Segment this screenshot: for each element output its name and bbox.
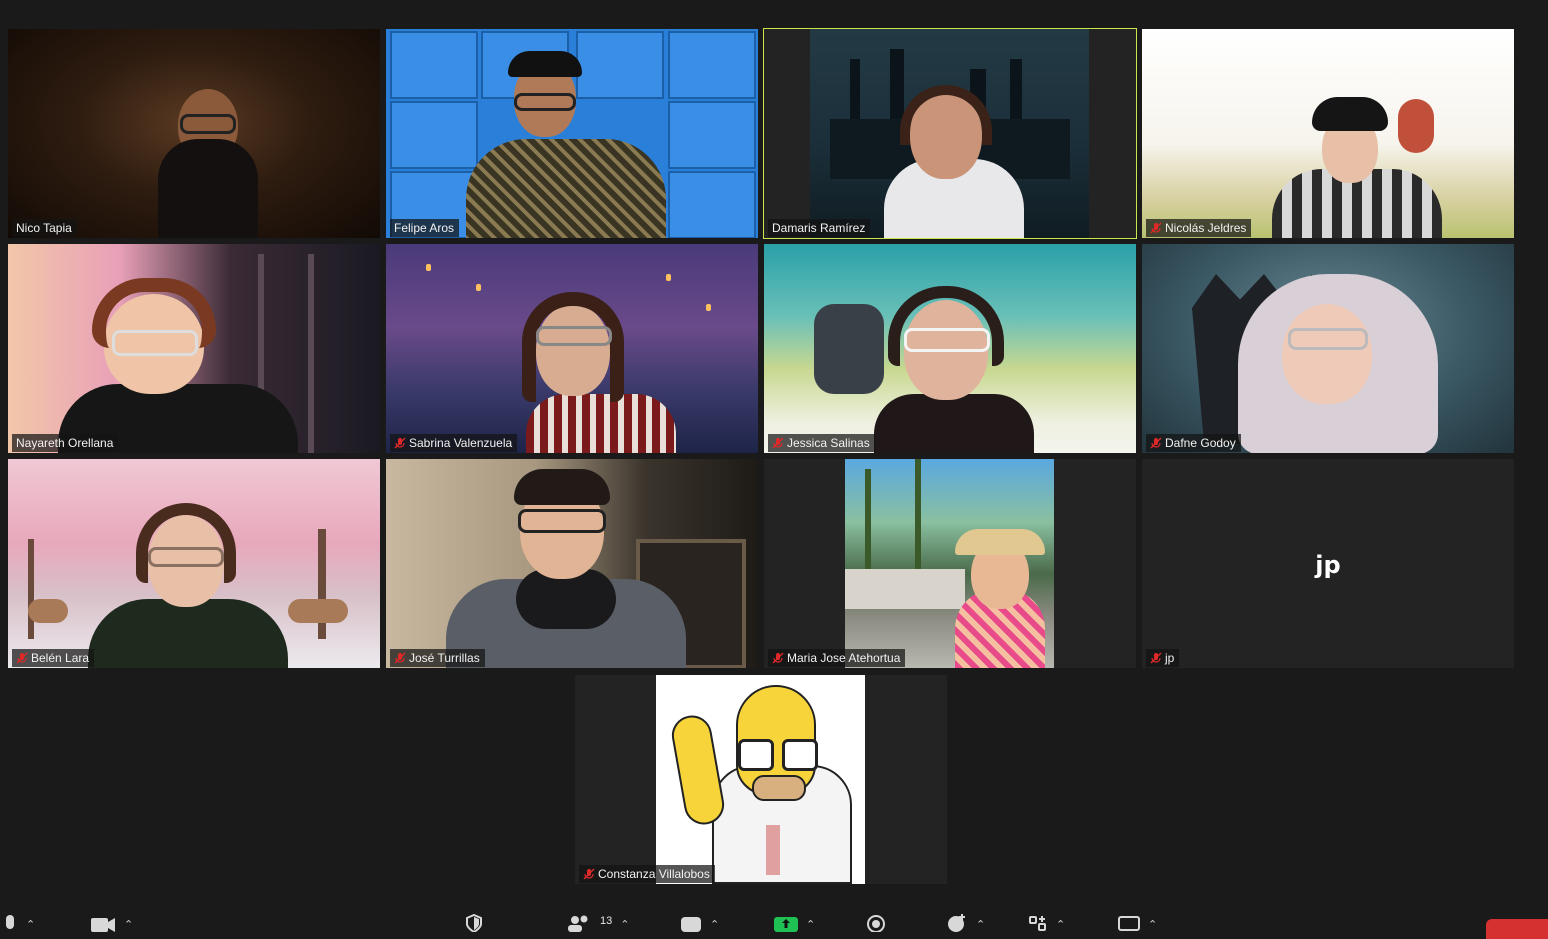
participant-name: Felipe Aros <box>394 221 455 235</box>
reactions-icon <box>948 914 965 932</box>
video-tile-jessica-salinas[interactable]: Jessica Salinas <box>764 244 1136 453</box>
name-tag: Maria Jose Atehortua <box>768 649 906 667</box>
participant-video <box>8 459 380 668</box>
name-tag: Belén Lara <box>12 649 95 667</box>
participant-video <box>386 244 758 453</box>
video-tile-damaris-ramirez[interactable]: Damaris Ramírez <box>763 28 1137 239</box>
mute-button[interactable]: ⌃ <box>2 912 35 932</box>
participant-name: Damaris Ramírez <box>772 221 866 235</box>
name-tag: Sabrina Valenzuela <box>390 434 518 452</box>
participant-name: Sabrina Valenzuela <box>409 436 513 450</box>
video-tile-dafne-godoy[interactable]: Dafne Godoy <box>1142 244 1514 453</box>
whiteboard-icon <box>1118 916 1140 931</box>
name-tag: jp <box>1146 649 1180 667</box>
video-tile-jp[interactable]: jp jp <box>1142 459 1514 668</box>
mic-muted-icon <box>772 652 784 664</box>
end-meeting-button[interactable] <box>1486 919 1548 939</box>
video-tile-constanza-villalobos[interactable]: Constanza Villalobos <box>575 675 947 884</box>
microphone-icon <box>6 915 14 929</box>
mic-muted-icon <box>772 437 784 449</box>
participant-name: Nayareth Orellana <box>16 436 114 450</box>
video-tile-maria-jose-atehortua[interactable]: Maria Jose Atehortua <box>764 459 1136 668</box>
name-tag: Constanza Villalobos <box>579 865 715 883</box>
participant-video <box>8 29 380 238</box>
mic-muted-icon <box>394 437 406 449</box>
participants-icon <box>568 915 588 932</box>
participant-name: jp <box>1165 651 1175 665</box>
security-shield-icon <box>466 913 482 932</box>
video-tile-nico-tapia[interactable]: Nico Tapia <box>8 29 380 238</box>
mic-muted-icon <box>1150 437 1162 449</box>
participant-name: Maria Jose Atehortua <box>787 651 901 665</box>
chat-button[interactable]: ⌃ <box>680 912 719 932</box>
chat-icon <box>681 917 701 932</box>
participant-video <box>764 29 1136 238</box>
mic-muted-icon <box>16 652 28 664</box>
participant-name: Nicolás Jeldres <box>1165 221 1247 235</box>
whiteboard-button[interactable]: ⌃ <box>1118 912 1157 932</box>
name-tag: José Turrillas <box>390 649 485 667</box>
participant-video <box>764 244 1136 453</box>
participants-count: 13 <box>600 915 613 927</box>
video-tile-belen-lara[interactable]: Belén Lara <box>8 459 380 668</box>
participant-initials: jp <box>1315 551 1341 579</box>
participant-video <box>764 459 1136 668</box>
mic-muted-icon <box>1150 222 1162 234</box>
participant-name: Dafne Godoy <box>1165 436 1236 450</box>
name-tag: Dafne Godoy <box>1146 434 1241 452</box>
video-tile-nicolas-jeldres[interactable]: Nicolás Jeldres <box>1142 29 1514 238</box>
participants-button[interactable]: 13 ⌃ <box>566 912 629 932</box>
participant-name: Jessica Salinas <box>787 436 870 450</box>
participant-name: Nico Tapia <box>16 221 72 235</box>
participant-name: Belén Lara <box>31 651 90 665</box>
video-tile-sabrina-valenzuela[interactable]: Sabrina Valenzuela <box>386 244 758 453</box>
mic-muted-icon <box>394 652 406 664</box>
participant-video <box>8 244 380 453</box>
video-tile-felipe-aros[interactable]: Felipe Aros <box>386 29 758 238</box>
meeting-controls-toolbar: ⌃ ⌃ 13 ⌃ ⌃ ⌃ ⌃ ⌃ ⌃ <box>0 908 1548 932</box>
video-tile-jose-turrillas[interactable]: José Turrillas <box>386 459 758 668</box>
share-screen-button[interactable]: ⌃ <box>774 912 815 932</box>
participant-video <box>1142 29 1514 238</box>
mic-muted-icon <box>583 868 595 880</box>
apps-button[interactable]: ⌃ <box>1028 912 1065 932</box>
video-camera-icon <box>91 918 115 932</box>
participant-video <box>386 29 758 238</box>
participant-name: José Turrillas <box>409 651 480 665</box>
record-button[interactable] <box>866 912 886 932</box>
participant-video <box>1142 244 1514 453</box>
name-tag: Damaris Ramírez <box>768 219 871 237</box>
participant-video <box>386 459 758 668</box>
reactions-button[interactable]: ⌃ <box>946 912 985 932</box>
share-screen-icon <box>774 917 798 932</box>
name-tag: Nayareth Orellana <box>12 434 119 452</box>
name-tag: Felipe Aros <box>390 219 460 237</box>
security-button[interactable] <box>464 912 484 932</box>
name-tag: Jessica Salinas <box>768 434 875 452</box>
name-tag: Nicolás Jeldres <box>1146 219 1252 237</box>
participant-video <box>575 675 947 884</box>
mic-muted-icon <box>1150 652 1162 664</box>
participant-name: Constanza Villalobos <box>598 867 710 881</box>
apps-icon <box>1029 916 1046 931</box>
name-tag: Nico Tapia <box>12 219 77 237</box>
record-icon <box>867 915 885 932</box>
stop-video-button[interactable]: ⌃ <box>90 912 133 932</box>
video-tile-nayareth-orellana[interactable]: Nayareth Orellana <box>8 244 380 453</box>
